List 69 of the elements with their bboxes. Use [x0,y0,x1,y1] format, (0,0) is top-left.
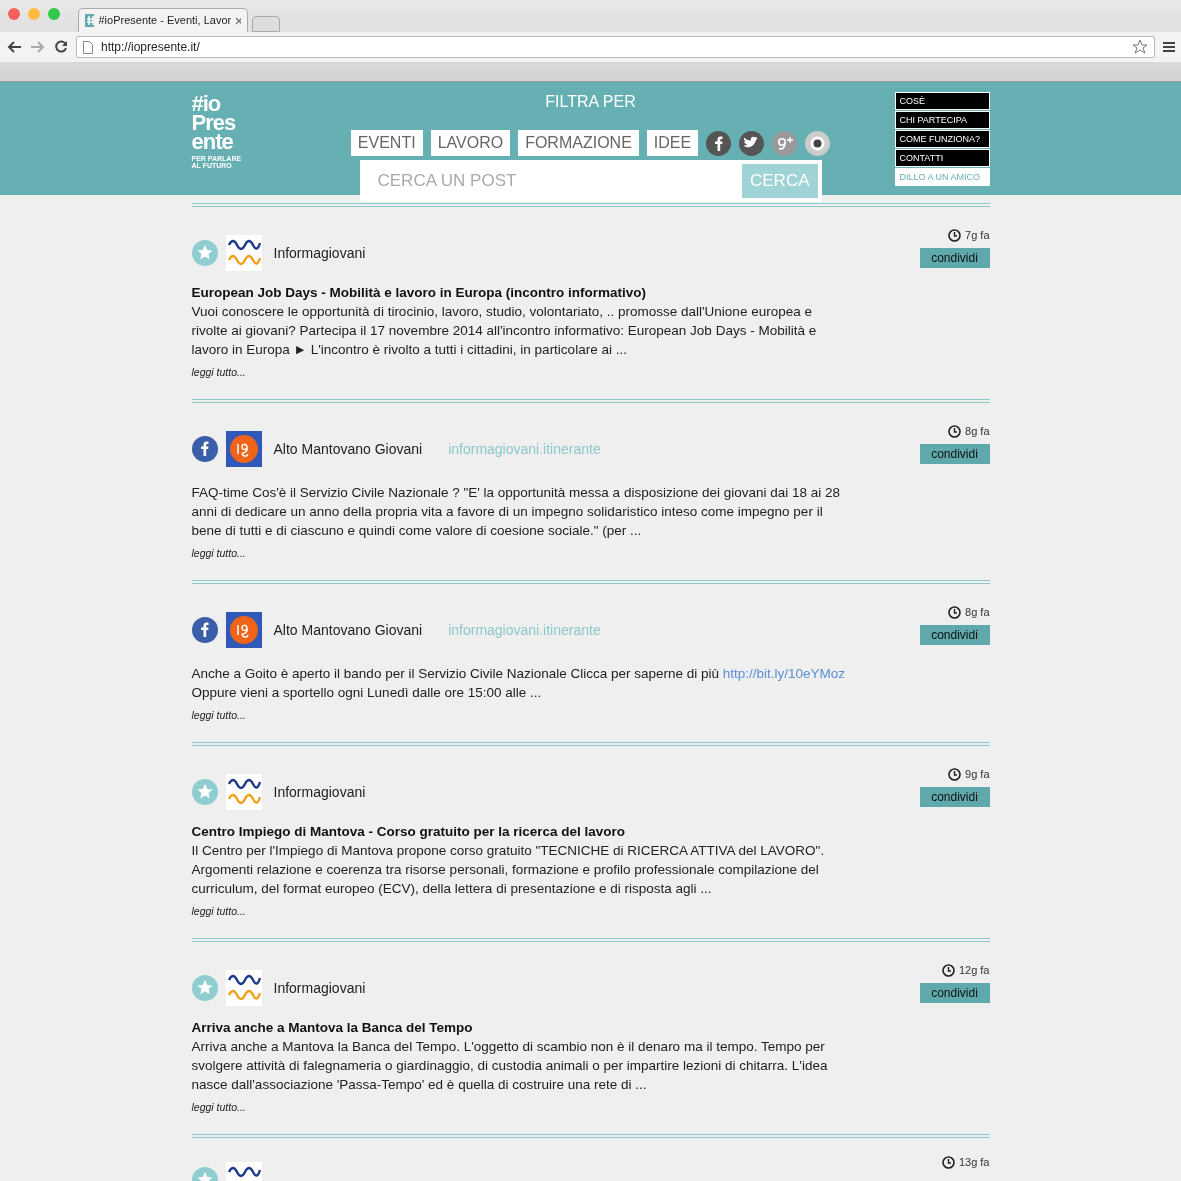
logo-text: #io [191,94,221,113]
author-name[interactable]: Informagiovani [273,977,366,999]
clock-icon [941,963,955,977]
camera-icon[interactable] [805,130,831,156]
address-bar[interactable]: http://iopresente.it/ [76,36,1155,58]
read-more-link[interactable]: leggi tutto... [191,365,246,379]
share-button[interactable]: condividi [919,982,990,1003]
post-time: 8g fa [965,424,990,439]
source-logo-icon [225,235,262,271]
post-title[interactable]: Arriva anche a Mantova la Banca del Tempo [191,1019,990,1037]
facebook-icon [191,617,218,643]
favicon-icon [85,14,95,27]
browser-tab[interactable]: #ioPresente - Eventi, Lavor [78,8,248,32]
post-time: 13g fa [958,1155,990,1170]
filter-button[interactable]: LAVORO [430,130,511,156]
post-text: Vuoi conoscere le opportunità di tirocinio, lavoro, studio, volontariato, .. promosse dall'Unione europea e rivolte ai giovani? Partecipa il 17 novembre 2014 all'incontro informativo: European Job Days - Mobilità e lavoro in Europa ► L'incontro è rivolto a tutti i cittadini, in particolare ai ... [191,303,818,359]
clock-icon [948,424,962,438]
clock-icon [941,1155,955,1169]
star-icon[interactable] [1132,39,1148,55]
menu-link[interactable]: CONTATTI [894,149,990,167]
post-text: FAQ-time Cos'è il Servizio Civile Nazionale ? "E' la opportunità messa a disposizione dei giovani dai 18 ai 28 anni di dedicare un anno della propria vita a favore di un impegno solidaristico inteso come impegno per il bene di tutti e di ciascuno e quindi come valore di coesione sociale." (per ... [191,484,842,540]
source-logo-icon [225,774,262,810]
post-time: 12g fa [958,963,990,978]
circle-logo-icon [225,612,262,648]
close-window-icon[interactable] [8,8,20,20]
circle-logo-icon [225,431,262,467]
menu-link[interactable]: COME FUNZIONA? [894,130,990,148]
author-name[interactable]: Informagiovani [273,781,366,803]
author-name[interactable]: Alto Mantovano Giovani [273,619,423,641]
read-more-link[interactable]: leggi tutto... [191,708,246,722]
reload-icon[interactable] [54,40,68,54]
menu-icon[interactable] [1163,41,1175,53]
close-icon[interactable] [235,16,241,25]
google-plus-icon[interactable] [772,130,798,156]
filter-button[interactable]: IDEE [646,130,699,156]
back-arrow-icon[interactable] [6,40,22,54]
bird-icon[interactable] [739,130,765,156]
menu-link[interactable]: COSÈ [894,92,990,110]
clock-icon [948,605,962,619]
post-time: 8g fa [965,605,990,620]
post-text: Il Centro per l'Impiego di Mantova propone corso gratuito "TECNICHE di RICERCA ATTIVA del LAVORO". Argomenti relazione e coerenza tra risorse personali, formazione e profilo professionale compilazione del curriculum, del format europeo (ECV), della lettera di presentazione e di risposta agli ... [191,842,826,898]
page-icon [83,40,93,54]
post-time: 7g fa [965,228,990,243]
menu-link[interactable]: CHI PARTECIPA [894,111,990,129]
share-button[interactable]: condividi [919,624,990,645]
source-logo-icon [225,970,262,1006]
post-title[interactable]: European Job Days - Mobilità e lavoro in Europa (incontro informativo) [191,284,990,302]
post-text: Arriva anche a Mantova la Banca del Tempo. L'oggetto di scambio non è il denaro ma il tempo. Tempo per svolgere attività di falegnameria o giardinaggio, di custodia animali o per impartire lezioni di chitarra. L'idea nasce dall'associazione 'Passa-Tempo' ed è quella di costruire una rete di ... [191,1038,829,1094]
facebook-icon[interactable] [706,130,732,156]
share-button[interactable]: condividi [919,247,990,268]
share-button[interactable]: condividi [919,443,990,464]
clock-icon [948,767,962,781]
post-title[interactable]: Centro Impiego di Mantova - Corso gratuito per la ricerca del lavoro [191,823,990,841]
author-name[interactable]: Alto Mantovano Giovani [273,438,423,460]
filter-button[interactable]: EVENTI [350,130,423,156]
share-button[interactable]: condividi [919,786,990,807]
post-time: 9g fa [965,767,990,782]
read-more-link[interactable]: leggi tutto... [191,1100,246,1114]
read-more-link[interactable]: leggi tutto... [191,546,246,560]
filter-button[interactable]: FORMAZIONE [518,130,639,156]
logo-text: ente [191,132,233,151]
logo-text: Pres [191,113,237,132]
filter-title: FILTRA PER [545,92,636,112]
author-name[interactable]: Informagiovani [273,242,366,264]
post-text: Anche a Goito è aperto il bando per il Servizio Civile Nazionale Clicca per saperne di più http://bit.ly/10eYMoz Oppure vieni a sportello ogni Lunedì dalle ore 15:00 alle ... [191,665,847,702]
forward-arrow-icon[interactable] [30,40,46,54]
facebook-icon [191,436,218,462]
read-more-link[interactable]: leggi tutto... [191,904,246,918]
clock-icon [948,228,962,242]
